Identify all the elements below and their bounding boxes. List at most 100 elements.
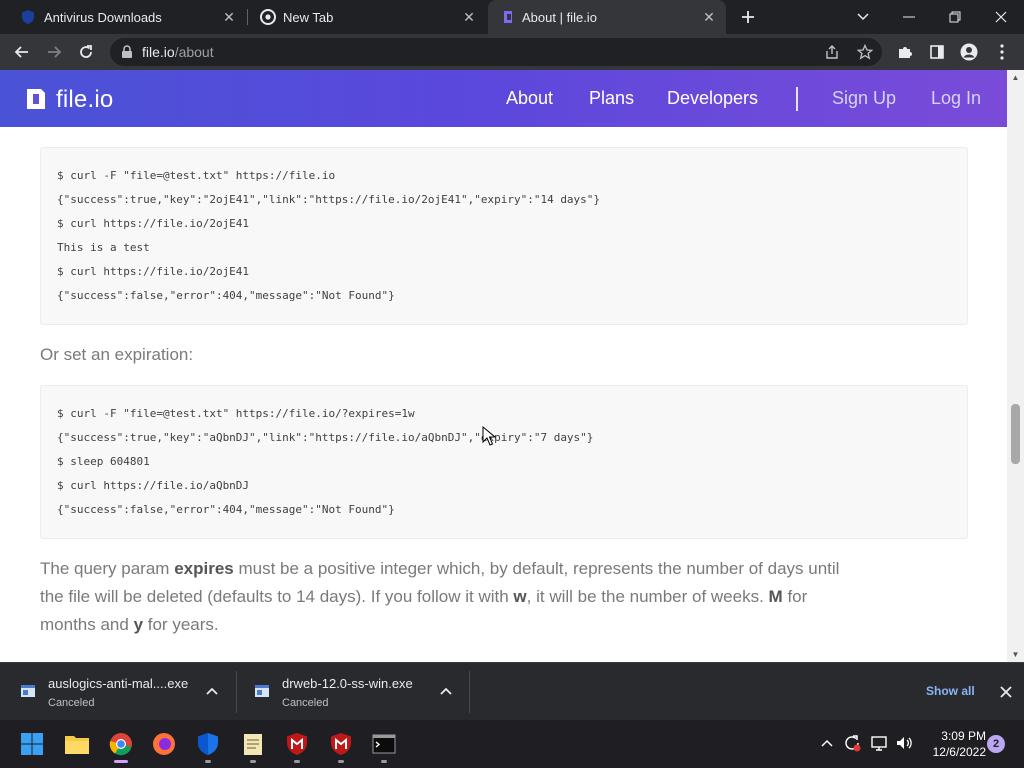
new-tab-button[interactable] xyxy=(725,0,771,34)
url-host: file.io xyxy=(142,44,175,60)
mouse-cursor-icon xyxy=(482,426,496,446)
bookmark-star-icon[interactable] xyxy=(857,44,873,60)
chevron-up-icon xyxy=(821,739,833,747)
forward-button[interactable] xyxy=(39,37,69,67)
back-button[interactable] xyxy=(7,37,37,67)
close-icon[interactable]: ✕ xyxy=(222,10,236,24)
active-app-indicator xyxy=(114,760,128,763)
expires-param-paragraph-line-2: the file will be deleted (defaults to 14… xyxy=(40,583,807,611)
side-panel-button[interactable] xyxy=(922,37,952,67)
menu-button[interactable] xyxy=(987,37,1017,67)
download-status: Canceled xyxy=(48,697,95,709)
scroll-down-arrow-icon[interactable]: ▼ xyxy=(1011,650,1020,659)
tray-sync[interactable] xyxy=(843,734,861,752)
notification-badge[interactable]: 2 xyxy=(987,735,1005,753)
folder-icon xyxy=(65,736,89,754)
close-icon[interactable] xyxy=(998,684,1014,700)
download-item[interactable]: drweb-12.0-ss-win.exe Canceled xyxy=(234,663,466,721)
speaker-icon xyxy=(897,737,912,749)
network-icon xyxy=(871,736,887,751)
code-line: {"success":true,"key":"aQbnDJ","link":"h… xyxy=(57,431,594,444)
tab-new-tab[interactable]: New Tab ✕ xyxy=(248,0,486,34)
text: months and xyxy=(40,615,134,634)
code-block-expiration: $ curl -F "file=@test.txt" https://file.… xyxy=(40,385,968,539)
taskbar-firefox[interactable] xyxy=(148,728,180,760)
code-line: $ sleep 604801 xyxy=(57,455,150,468)
chevron-down-icon xyxy=(857,13,869,21)
download-filename: drweb-12.0-ss-win.exe xyxy=(282,676,413,691)
arrow-right-icon xyxy=(48,46,62,58)
running-app-indicator xyxy=(205,760,211,763)
page-scrollbar[interactable]: ▲ ▼ xyxy=(1007,70,1024,662)
reload-icon xyxy=(80,45,92,58)
taskbar-mcafee-2[interactable] xyxy=(325,728,357,763)
close-window-button[interactable] xyxy=(978,0,1024,34)
tab-about-fileio[interactable]: About | file.io ✕ xyxy=(488,0,726,34)
chevron-up-icon[interactable] xyxy=(438,683,454,699)
clock-date[interactable]: 12/6/2022 xyxy=(920,745,986,759)
code-term-expires: expires xyxy=(174,559,234,578)
reload-button[interactable] xyxy=(71,37,101,67)
tab-search-button[interactable] xyxy=(840,0,886,34)
code-line: This is a test xyxy=(57,241,150,254)
terminal-icon xyxy=(372,734,396,754)
chrome-icon xyxy=(109,733,132,756)
taskbar-notepad[interactable] xyxy=(237,728,269,763)
tab-antivirus-downloads[interactable]: Antivirus Downloads ✕ xyxy=(8,0,246,34)
notepad-icon xyxy=(244,734,262,755)
tab-title: About | file.io xyxy=(522,10,597,25)
download-item[interactable]: auslogics-anti-mal....exe Canceled xyxy=(0,663,232,721)
chevron-up-icon[interactable] xyxy=(204,683,220,699)
fileio-favicon-icon xyxy=(504,11,512,23)
minimize-button[interactable] xyxy=(886,0,932,34)
code-line: {"success":false,"error":404,"message":"… xyxy=(57,503,395,516)
running-app-indicator xyxy=(294,760,300,763)
lock-icon[interactable] xyxy=(121,45,133,59)
download-separator xyxy=(469,671,470,713)
download-shelf: auslogics-anti-mal....exe Canceled drweb… xyxy=(0,662,1024,720)
taskbar-terminal[interactable] xyxy=(368,728,400,763)
code-term-w: w xyxy=(513,587,527,606)
browser-tab-strip: Antivirus Downloads ✕ New Tab ✕ About | … xyxy=(0,0,1024,34)
scrollbar-thumb[interactable] xyxy=(1011,404,1020,464)
firefox-icon xyxy=(153,733,175,755)
scroll-up-arrow-icon[interactable]: ▲ xyxy=(1011,73,1020,82)
site-header: file.io About Plans Developers Sign Up L… xyxy=(0,70,1007,127)
tray-volume[interactable] xyxy=(895,734,913,752)
windows-logo-icon xyxy=(21,733,43,755)
text: for xyxy=(782,587,808,606)
nav-sign-up[interactable]: Sign Up xyxy=(832,88,896,109)
taskbar-mcafee-1[interactable] xyxy=(281,728,313,763)
shield-icon xyxy=(198,733,218,755)
clock-time[interactable]: 3:09 PM xyxy=(932,729,986,743)
code-line: $ curl -F "file=@test.txt" https://file.… xyxy=(57,169,336,182)
share-icon[interactable] xyxy=(824,44,840,60)
show-hidden-icons-button[interactable] xyxy=(818,734,836,752)
show-all-downloads-link[interactable]: Show all xyxy=(926,684,975,698)
url-path: /about xyxy=(174,44,214,60)
text: for years. xyxy=(143,615,219,634)
nav-log-in[interactable]: Log In xyxy=(931,88,981,109)
fileio-logo-icon[interactable] xyxy=(24,87,48,111)
mcafee-shield-icon xyxy=(287,733,307,755)
taskbar-file-explorer[interactable] xyxy=(61,728,93,760)
nav-plans[interactable]: Plans xyxy=(589,88,634,109)
extensions-button[interactable] xyxy=(890,37,920,67)
address-bar[interactable]: file.io/about xyxy=(110,38,882,66)
taskbar-defender[interactable] xyxy=(192,728,224,763)
nav-divider xyxy=(796,87,798,111)
profile-button[interactable] xyxy=(954,37,984,67)
close-icon[interactable]: ✕ xyxy=(462,10,476,24)
start-button[interactable] xyxy=(16,728,48,760)
tray-network[interactable] xyxy=(870,734,888,752)
download-filename: auslogics-anti-mal....exe xyxy=(48,676,189,691)
code-line: $ curl -F "file=@test.txt" https://file.… xyxy=(57,407,415,420)
close-icon[interactable]: ✕ xyxy=(702,10,716,24)
nav-developers[interactable]: Developers xyxy=(667,88,758,109)
taskbar-chrome[interactable] xyxy=(105,728,137,763)
restore-icon xyxy=(949,11,961,23)
minimize-icon xyxy=(903,16,915,18)
nav-about[interactable]: About xyxy=(506,88,553,109)
restore-button[interactable] xyxy=(932,0,978,34)
logo-text[interactable]: file.io xyxy=(56,86,113,114)
